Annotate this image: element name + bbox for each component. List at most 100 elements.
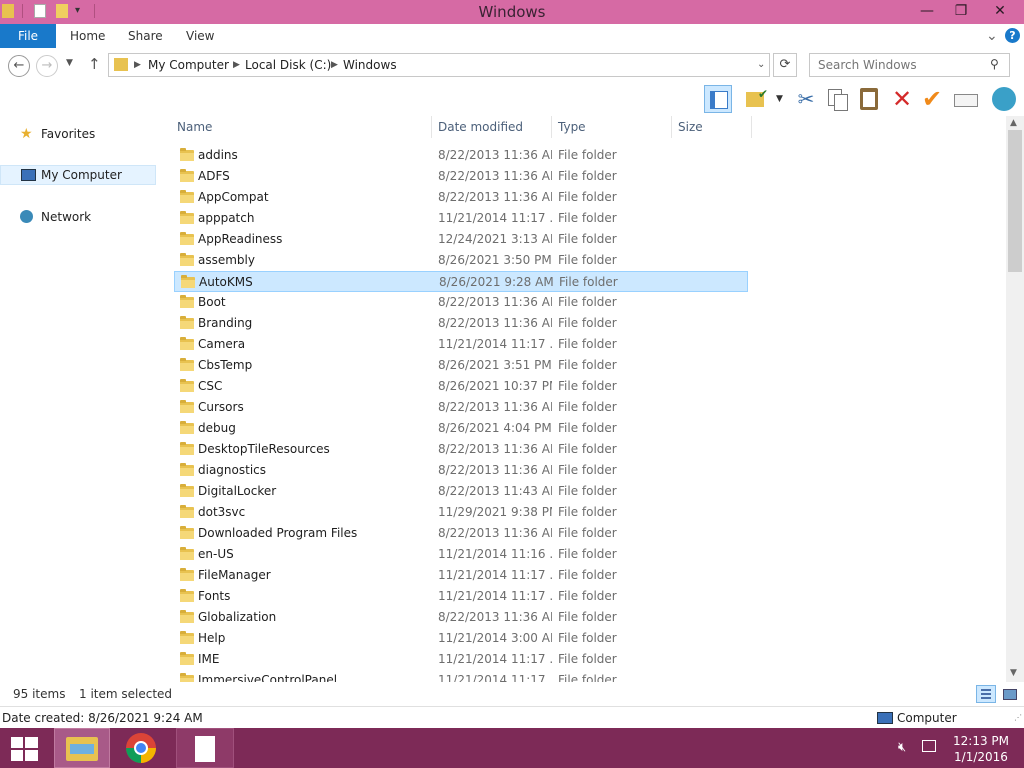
table-row[interactable]: Downloaded Program Files 8/22/2013 11:36 … [174,523,748,544]
table-row[interactable]: ADFS 8/22/2013 11:36 AM File folder [174,166,748,187]
breadcrumb-my-computer[interactable]: My Computer [148,58,229,72]
tab-home[interactable]: Home [70,24,105,48]
folder-icon [180,190,194,203]
taskbar-document[interactable] [176,728,234,768]
table-row[interactable]: AppCompat 8/22/2013 11:36 AM File folder [174,187,748,208]
table-row[interactable]: ImmersiveControlPanel 11/21/2014 11:17 ..… [174,670,748,682]
scroll-down-arrow[interactable]: ▼ [1010,668,1017,678]
file-name: FileManager [198,568,271,582]
delete-icon[interactable]: ✕ [888,85,916,113]
paste-icon[interactable] [856,85,884,113]
search-input[interactable] [818,57,984,73]
address-bar[interactable]: ▶ My Computer ▶ Local Disk (C:) ▶ Window… [108,53,770,77]
tab-file[interactable]: File [0,24,56,48]
volume-muted-icon[interactable]: 🔇︎ [898,740,906,755]
table-row[interactable]: Globalization 8/22/2013 11:36 AM File fold… [174,607,748,628]
date-modified: 8/26/2021 4:04 PM [438,421,552,435]
chevron-down-icon[interactable]: ▼ [776,94,783,104]
network-tray-icon[interactable] [922,740,936,752]
breadcrumb-local-disk[interactable]: Local Disk (C:) [245,58,331,72]
scroll-thumb[interactable] [1008,130,1022,272]
table-row[interactable]: dot3svc 11/29/2021 9:38 PM File folder [174,502,748,523]
file-name: Cursors [198,400,244,414]
cut-icon[interactable]: ✂ [792,85,820,113]
file-type: File folder [558,547,617,561]
back-button[interactable]: ← [8,55,30,77]
vertical-scrollbar[interactable]: ▲ ▼ [1006,116,1024,682]
breadcrumb-separator[interactable]: ▶ [331,60,338,70]
table-row[interactable]: diagnostics 8/22/2013 11:36 AM File folder [174,460,748,481]
column-header-name[interactable]: Name [171,116,432,138]
column-header-size[interactable]: Size [672,116,752,138]
file-type: File folder [558,568,617,582]
folder-icon [180,148,194,161]
table-row[interactable]: CSC 8/26/2021 10:37 PM File folder [174,376,748,397]
table-row[interactable]: en-US 11/21/2014 11:16 ... File folder [174,544,748,565]
date-modified: 11/21/2014 11:17 ... [438,589,552,603]
nav-network[interactable]: Network [0,207,156,227]
table-row[interactable]: Cursors 8/22/2013 11:36 AM File folder [174,397,748,418]
chrome-icon[interactable] [126,733,156,763]
folder-icon [180,400,194,413]
table-row[interactable]: addins 8/22/2013 11:36 AM File folder [174,145,748,166]
details-view-button[interactable] [976,685,996,703]
file-name: DigitalLocker [198,484,277,498]
chevron-down-icon[interactable]: ⌄ [757,59,765,70]
nav-favorites[interactable]: ★ Favorites [0,124,156,144]
table-row[interactable]: assembly 8/26/2021 3:50 PM File folder [174,250,748,271]
file-name: Branding [198,316,253,330]
table-row[interactable]: debug 8/26/2021 4:04 PM File folder [174,418,748,439]
table-row[interactable]: Camera 11/21/2014 11:17 ... File folder [174,334,748,355]
file-type: File folder [558,190,617,204]
large-icons-view-button[interactable] [1000,685,1018,703]
column-header-type[interactable]: Type [552,116,672,138]
search-icon[interactable]: ⚲ [990,57,999,71]
table-row[interactable]: DigitalLocker 8/22/2013 11:43 AM File fold… [174,481,748,502]
forward-button[interactable]: → [36,55,58,77]
table-row[interactable]: Branding 8/22/2013 11:36 AM File folder [174,313,748,334]
clock[interactable]: 12:13 PM 1/1/2016 [944,733,1018,765]
rename-icon[interactable] [952,85,980,113]
tab-share[interactable]: Share [128,24,163,48]
breadcrumb-separator[interactable]: ▶ [233,60,240,70]
expand-ribbon-icon[interactable]: ⌄ [986,24,998,48]
search-box[interactable]: ⚲ [809,53,1010,77]
nav-my-computer[interactable]: My Computer [0,165,156,185]
folder-options-button[interactable]: ✔ [744,85,772,113]
recent-locations-icon[interactable]: ▼ [66,58,73,68]
close-button[interactable]: ✕ [980,0,1020,22]
table-row[interactable]: CbsTemp 8/26/2021 3:51 PM File folder [174,355,748,376]
table-row[interactable]: Fonts 11/21/2014 11:17 ... File folder [174,586,748,607]
table-row[interactable]: Boot 8/22/2013 11:36 AM File folder [174,292,748,313]
table-row[interactable]: FileManager 11/21/2014 11:17 ... File fold… [174,565,748,586]
table-row[interactable]: AppReadiness 12/24/2021 3:13 AM File folde… [174,229,748,250]
table-row[interactable]: Help 11/21/2014 3:00 AM File folder [174,628,748,649]
globe-icon[interactable] [990,85,1018,113]
file-name: AppReadiness [198,232,283,246]
select-checkmark-icon[interactable]: ✔ [918,85,946,113]
file-name: AppCompat [198,190,269,204]
start-button[interactable] [11,737,39,761]
date-created: Date created: 8/26/2021 9:24 AM [2,711,203,725]
refresh-button[interactable]: ⟳ [773,53,797,77]
preview-pane-button[interactable] [704,85,732,113]
table-row[interactable]: IME 11/21/2014 11:17 ... File folder [174,649,748,670]
taskbar-file-explorer[interactable] [54,728,110,768]
file-type: File folder [558,337,617,351]
minimize-button[interactable]: — [912,0,942,22]
scroll-up-arrow[interactable]: ▲ [1010,118,1017,128]
up-button[interactable]: ↑ [88,55,101,73]
table-row[interactable]: DesktopTileResources 8/22/2013 11:36 AM Fi… [174,439,748,460]
breadcrumb-separator[interactable]: ▶ [134,60,141,70]
file-name: Fonts [198,589,231,603]
help-icon[interactable]: ? [1005,28,1020,43]
restore-button[interactable]: ❐ [946,0,976,22]
breadcrumb-windows[interactable]: Windows [343,58,397,72]
column-header-date-modified[interactable]: Date modified [432,116,552,138]
tab-view[interactable]: View [186,24,214,48]
resize-grip[interactable]: ⋰ [1014,713,1022,722]
table-row[interactable]: apppatch 11/21/2014 11:17 ... File folder [174,208,748,229]
table-row[interactable]: AutoKMS 8/26/2021 9:28 AM File folder [174,271,748,292]
file-type: File folder [558,295,617,309]
copy-icon[interactable] [824,85,852,113]
